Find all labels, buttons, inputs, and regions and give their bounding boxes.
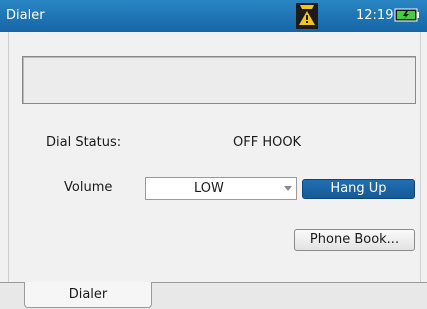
number-display	[22, 56, 416, 104]
tab-dialer[interactable]: Dialer	[24, 282, 152, 308]
volume-label: Volume	[64, 180, 113, 195]
volume-select-value: LOW	[194, 181, 224, 196]
tab-bar: Dialer	[0, 282, 427, 309]
phone-book-button[interactable]: Phone Book...	[294, 229, 415, 251]
window-title: Dialer	[6, 8, 45, 23]
warning-icon[interactable]	[296, 3, 318, 29]
hang-up-button[interactable]: Hang Up	[302, 179, 415, 199]
dial-status-value: OFF HOOK	[233, 135, 302, 150]
chevron-down-icon[interactable]	[284, 186, 292, 191]
clock: 12:19	[356, 8, 394, 23]
volume-select[interactable]: LOW	[145, 177, 297, 200]
dial-status-label: Dial Status:	[46, 135, 122, 150]
title-bar: Dialer 12:19	[0, 0, 427, 32]
battery-icon[interactable]	[394, 7, 420, 23]
